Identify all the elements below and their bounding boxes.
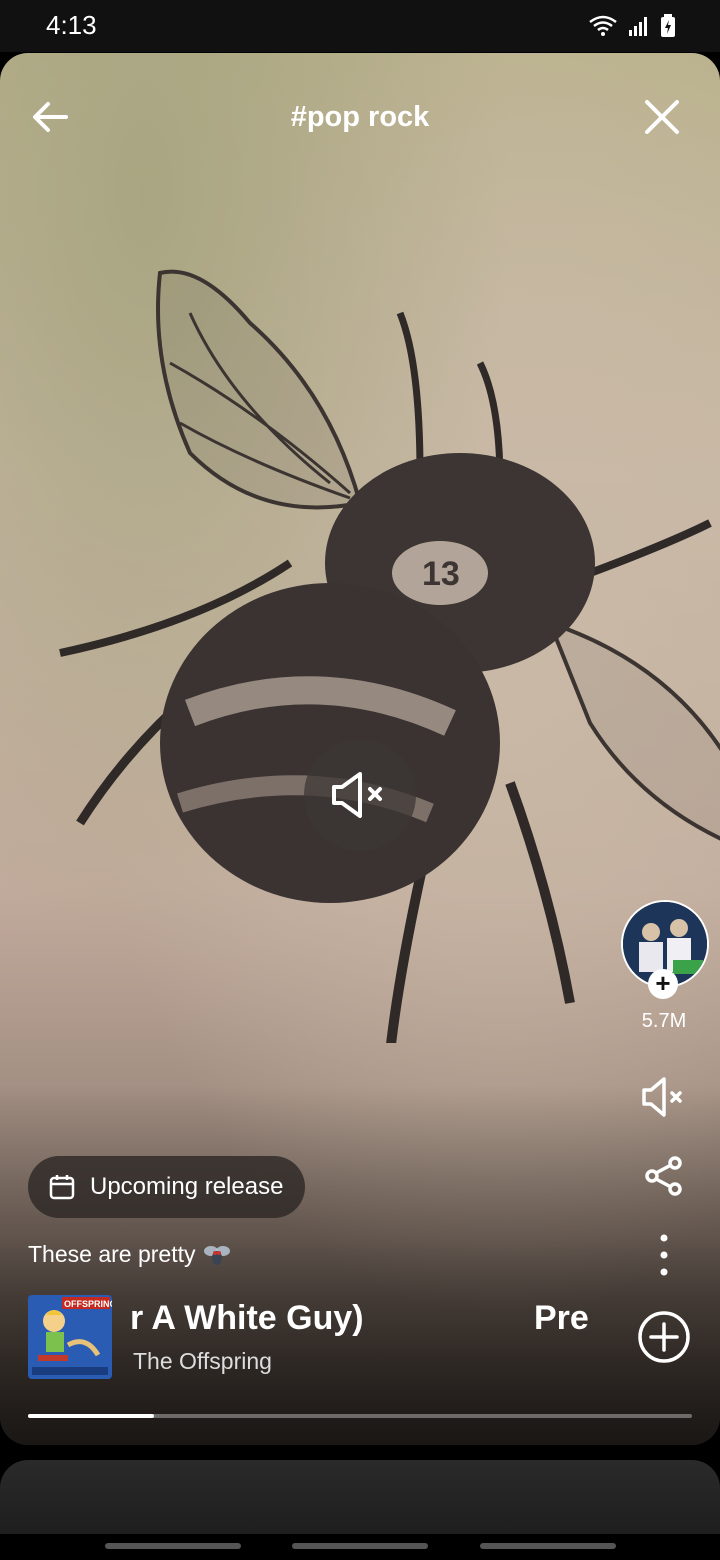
status-bar: 4:13: [0, 0, 720, 52]
artist-name[interactable]: The Offspring: [133, 1348, 272, 1375]
post-caption: These are pretty: [28, 1241, 231, 1268]
nav-back-pill[interactable]: [480, 1543, 616, 1549]
next-track-title: Pre: [534, 1299, 589, 1337]
upcoming-release-label: Upcoming release: [90, 1173, 284, 1200]
upcoming-release-pill[interactable]: Upcoming release: [28, 1156, 306, 1218]
status-icons: [588, 14, 676, 38]
fly-emoji-icon: [204, 1245, 231, 1265]
album-art-image: OFFSPRING: [28, 1295, 112, 1379]
story-card[interactable]: 13 #pop rock + 5.7M Upcoming release The…: [0, 53, 720, 1445]
svg-text:13: 13: [422, 555, 460, 593]
progress-bar: [28, 1414, 692, 1418]
album-art[interactable]: OFFSPRING: [28, 1295, 112, 1379]
signal-icon: [629, 17, 647, 36]
progress-fill: [28, 1414, 155, 1418]
bee-tattoo-image: 13: [59, 269, 720, 1043]
caption-text: These are pretty: [28, 1241, 196, 1267]
center-mute-button[interactable]: [304, 739, 416, 851]
page-title: #pop rock: [290, 101, 430, 133]
follower-count: 5.7M: [641, 1010, 687, 1032]
track-title[interactable]: r A White Guy): [130, 1299, 364, 1338]
close-icon[interactable]: [642, 97, 682, 137]
calendar-icon: [49, 1175, 75, 1200]
add-circle-icon[interactable]: [636, 1309, 692, 1365]
nav-home-pill[interactable]: [292, 1543, 428, 1549]
mute-icon: [332, 772, 382, 818]
more-vertical-icon[interactable]: [656, 1233, 672, 1277]
wifi-icon: [589, 15, 617, 36]
battery-icon: [661, 14, 675, 37]
follow-button[interactable]: +: [648, 969, 678, 999]
nav-recents-pill[interactable]: [105, 1543, 241, 1549]
album-art-text: OFFSPRING: [64, 1299, 112, 1309]
mute-icon[interactable]: [640, 1073, 688, 1121]
share-icon[interactable]: [644, 1156, 684, 1196]
status-time: 4:13: [46, 10, 97, 40]
